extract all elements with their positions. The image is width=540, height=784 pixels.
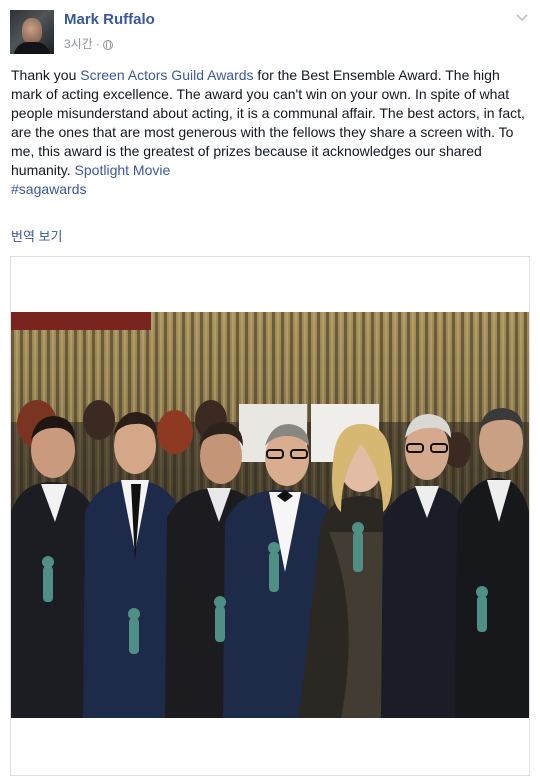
avatar[interactable] — [10, 10, 54, 54]
hashtag-sagawards[interactable]: #sagawards — [11, 181, 87, 197]
post-timestamp[interactable]: 3시간 — [64, 37, 93, 51]
author-name[interactable]: Mark Ruffalo — [64, 11, 155, 28]
avatar-shoulders — [14, 42, 50, 54]
post-header: Mark Ruffalo 3시간 · — [10, 8, 530, 56]
group-photo-illustration — [11, 312, 529, 718]
avatar-face — [22, 18, 42, 44]
post-photo[interactable] — [11, 312, 529, 718]
facebook-post: Mark Ruffalo 3시간 · Thank you Screen Actor… — [0, 0, 540, 784]
red-banner — [11, 312, 151, 330]
globe-icon[interactable] — [102, 39, 113, 50]
link-screen-actors-guild-awards[interactable]: Screen Actors Guild Awards — [80, 67, 253, 83]
see-translation-link[interactable]: 번역 보기 — [11, 226, 62, 245]
post-meta: 3시간 · — [64, 35, 113, 52]
link-spotlight-movie[interactable]: Spotlight Movie — [75, 162, 171, 178]
post-text-part1: Thank you — [11, 67, 81, 83]
post-text: Thank you Screen Actors Guild Awards for… — [11, 66, 529, 199]
meta-separator: · — [95, 37, 100, 51]
chevron-down-icon[interactable] — [516, 14, 528, 22]
